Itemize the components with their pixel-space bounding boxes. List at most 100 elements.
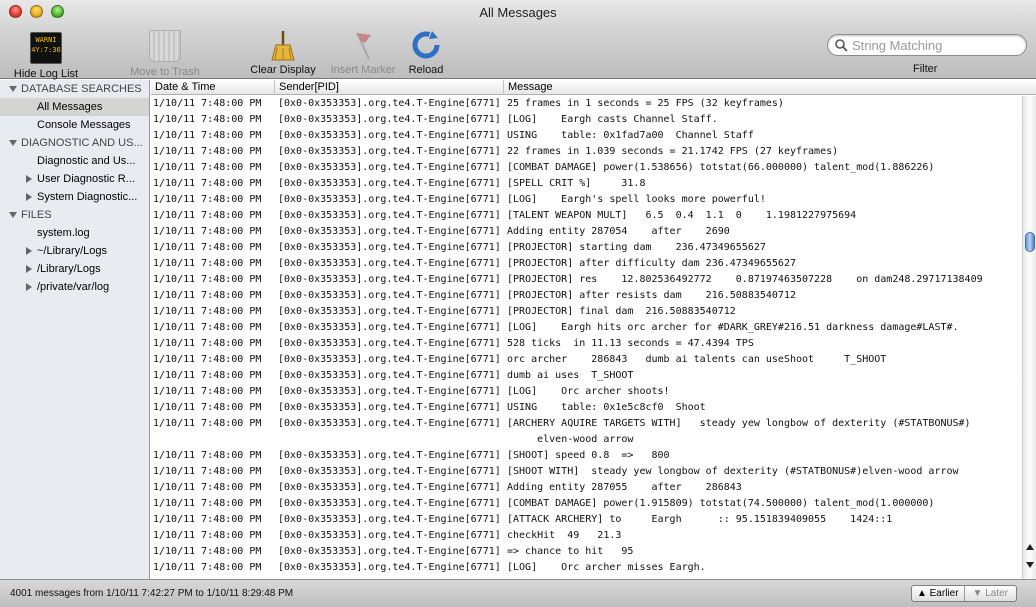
cell-date: 1/10/11 7:48:00 PM [153,466,262,477]
disclosure-triangle-icon[interactable] [9,140,17,146]
trash-icon [149,30,181,62]
column-header-message[interactable]: Message [504,80,1036,95]
table-row[interactable]: 1/10/11 7:48:00 PM [0x0-0x353353].org.te4… [151,176,1023,192]
table-row[interactable]: 1/10/11 7:48:00 PM [0x0-0x353353].org.te4… [151,480,1023,496]
cell-date: 1/10/11 7:48:00 PM [153,114,262,125]
sidebar-item[interactable]: /Library/Logs [0,260,149,278]
table-row[interactable]: 1/10/11 7:48:00 PM [0x0-0x353353].org.te4… [151,368,1023,384]
table-row[interactable]: 1/10/11 7:48:00 PM [0x0-0x353353].org.te4… [151,272,1023,288]
table-row[interactable]: 1/10/11 7:48:00 PM [0x0-0x353353].org.te4… [151,112,1023,128]
sidebar-item[interactable]: All Messages [0,98,149,116]
table-row[interactable]: 1/10/11 7:48:00 PM [0x0-0x353353].org.te4… [151,560,1023,576]
table-row[interactable]: 1/10/11 7:48:00 PM [0x0-0x353353].org.te4… [151,496,1023,512]
table-row[interactable]: 1/10/11 7:48:00 PM [0x0-0x353353].org.te4… [151,208,1023,224]
table-row[interactable]: 1/10/11 7:48:00 PM [0x0-0x353353].org.te4… [151,352,1023,368]
clear-display-button[interactable]: Clear Display [245,29,321,76]
sidebar-item[interactable]: /private/var/log [0,278,149,296]
sidebar-item[interactable]: User Diagnostic R... [0,170,149,188]
cell-date: 1/10/11 7:48:00 PM [153,258,262,269]
status-message-count: 4001 messages from 1/10/11 7:42:27 PM to… [10,588,294,599]
column-header-date[interactable]: Date & Time [151,80,275,95]
table-row[interactable]: 1/10/11 7:48:00 PM [0x0-0x353353].org.te4… [151,288,1023,304]
sidebar-section-label: FILES [21,209,52,221]
disclosure-triangle-icon[interactable] [9,86,17,92]
cell-sender: [0x0-0x353353].org.te4.T-Engine[6771] [278,546,501,557]
table-row[interactable]: 1/10/11 7:48:00 PM [0x0-0x353353].org.te4… [151,192,1023,208]
sidebar-item[interactable]: System Diagnostic... [0,188,149,206]
cell-sender: [0x0-0x353353].org.te4.T-Engine[6771] [278,114,501,125]
cell-message: [LOG] Orc archer misses Eargh. [507,562,706,573]
log-list-sidebar: DATABASE SEARCHES All Messages Console Mes… [0,80,150,579]
table-row[interactable]: 1/10/11 7:48:00 PM [0x0-0x353353].org.te4… [151,416,1023,448]
cell-date: 1/10/11 7:48:00 PM [153,514,262,525]
insert-marker-button[interactable]: Insert Marker [325,29,401,76]
cell-sender: [0x0-0x353353].org.te4.T-Engine[6771] [278,322,501,333]
disclosure-triangle-icon[interactable] [26,247,32,255]
scrollbar-thumb[interactable] [1025,232,1035,252]
search-field[interactable] [827,34,1027,56]
column-header-sender[interactable]: Sender[PID] [275,80,504,95]
disclosure-triangle-icon[interactable] [26,175,32,183]
table-row[interactable]: 1/10/11 7:48:00 PM [0x0-0x353353].org.te4… [151,160,1023,176]
table-row[interactable]: 1/10/11 7:48:00 PM [0x0-0x353353].org.te4… [151,304,1023,320]
scroll-up-arrow[interactable] [1026,544,1034,550]
sidebar-section-header[interactable]: FILES [0,206,149,224]
cell-sender: [0x0-0x353353].org.te4.T-Engine[6771] [278,258,501,269]
table-row[interactable]: 1/10/11 7:48:00 PM [0x0-0x353353].org.te4… [151,400,1023,416]
disclosure-triangle-icon[interactable] [26,265,32,273]
insert-marker-label: Insert Marker [330,64,396,76]
table-row[interactable]: 1/10/11 7:48:00 PM [0x0-0x353353].org.te4… [151,320,1023,336]
vertical-scrollbar[interactable] [1022,96,1036,579]
sidebar-section-header[interactable]: DIAGNOSTIC AND US... [0,134,149,152]
sidebar-section-header[interactable]: DATABASE SEARCHES [0,80,149,98]
table-row[interactable]: 1/10/11 7:48:00 PM [0x0-0x353353].org.te4… [151,144,1023,160]
cell-message: [PROJECTOR] final dam 216.50883540712 [507,306,736,317]
table-row[interactable]: 1/10/11 7:48:00 PM [0x0-0x353353].org.te4… [151,128,1023,144]
later-button[interactable]: ▼ Later [963,586,1017,601]
cell-message: USING table: 0x1fad7a00 Channel Staff [507,130,754,141]
table-row[interactable]: 1/10/11 7:48:00 PM [0x0-0x353353].org.te4… [151,336,1023,352]
table-row[interactable]: 1/10/11 7:48:00 PM [0x0-0x353353].org.te4… [151,96,1023,112]
broom-icon [267,29,299,61]
table-row[interactable]: 1/10/11 7:48:00 PM [0x0-0x353353].org.te4… [151,240,1023,256]
scroll-down-arrow[interactable] [1026,562,1034,568]
cell-message: Adding entity 287054 after 2690 [507,226,730,237]
search-input[interactable] [852,37,1020,53]
cell-message: [PROJECTOR] starting dam 236.47349655627 [507,242,766,253]
cell-message: 25 frames in 1 seconds = 25 FPS (32 keyf… [507,98,784,109]
table-row[interactable]: 1/10/11 7:48:00 PM [0x0-0x353353].org.te4… [151,448,1023,464]
table-row[interactable]: 1/10/11 7:48:00 PM [0x0-0x353353].org.te4… [151,512,1023,528]
table-header: Date & Time Sender[PID] Message [151,80,1036,95]
sidebar-item[interactable]: Console Messages [0,116,149,134]
cell-sender: [0x0-0x353353].org.te4.T-Engine[6771] [278,466,501,477]
move-to-trash-button[interactable]: Move to Trash [124,29,206,78]
cell-date: 1/10/11 7:48:00 PM [153,274,262,285]
reload-button[interactable]: Reload [400,29,452,76]
table-row[interactable]: 1/10/11 7:48:00 PM [0x0-0x353353].org.te4… [151,464,1023,480]
cell-date: 1/10/11 7:48:00 PM [153,402,262,413]
sidebar-item-label: User Diagnostic R... [37,173,135,185]
sidebar-item[interactable]: Diagnostic and Us... [0,152,149,170]
table-row[interactable]: 1/10/11 7:48:00 PM [0x0-0x353353].org.te4… [151,224,1023,240]
table-row[interactable]: 1/10/11 7:48:00 PM [0x0-0x353353].org.te4… [151,544,1023,560]
filter-label: Filter [913,63,938,75]
cell-message: orc archer 286843 dumb ai talents can us… [507,354,887,365]
cell-message: [TALENT WEAPON MULT] 6.5 0.4 1.1 0 1.198… [507,210,857,221]
table-row[interactable]: 1/10/11 7:48:00 PM [0x0-0x353353].org.te4… [151,384,1023,400]
disclosure-triangle-icon[interactable] [26,283,32,291]
cell-date: 1/10/11 7:48:00 PM [153,482,262,493]
hide-log-list-button[interactable]: WARNI 4Y:7:36 Hide Log List [8,29,84,80]
sidebar-item[interactable]: ~/Library/Logs [0,242,149,260]
cell-date: 1/10/11 7:48:00 PM [153,562,262,573]
disclosure-triangle-icon[interactable] [9,212,17,218]
cell-sender: [0x0-0x353353].org.te4.T-Engine[6771] [278,162,501,173]
table-row[interactable]: 1/10/11 7:48:00 PM [0x0-0x353353].org.te4… [151,256,1023,272]
sidebar-item-label: All Messages [37,101,103,113]
table-row[interactable]: 1/10/11 7:48:00 PM [0x0-0x353353].org.te4… [151,528,1023,544]
cell-sender: [0x0-0x353353].org.te4.T-Engine[6771] [278,482,501,493]
cell-sender: [0x0-0x353353].org.te4.T-Engine[6771] [278,178,501,189]
earlier-button[interactable]: ▲ Earlier [912,586,964,601]
sidebar-item[interactable]: system.log [0,224,149,242]
disclosure-triangle-icon[interactable] [26,193,32,201]
table-body: 1/10/11 7:48:00 PM [0x0-0x353353].org.te4… [151,96,1023,579]
